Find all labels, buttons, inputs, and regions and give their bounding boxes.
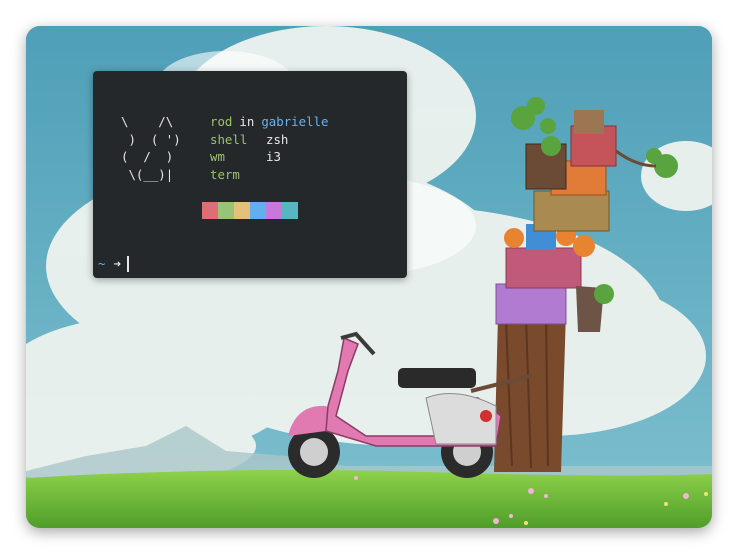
grass-field bbox=[26, 470, 712, 528]
prompt-directory: ~ bbox=[98, 255, 106, 271]
info-row-shell: shell zsh bbox=[210, 131, 328, 149]
desktop: \ /\ ) ( ') ( / ) \(__)| rod in gabrielle … bbox=[26, 26, 712, 528]
ascii-art: \ /\ ) ( ') ( / ) \(__)| bbox=[121, 114, 181, 182]
text-cursor bbox=[126, 255, 129, 272]
color-swatch bbox=[250, 202, 266, 219]
in-word: in bbox=[239, 114, 255, 129]
color-swatch bbox=[202, 202, 218, 219]
color-swatch bbox=[234, 202, 250, 219]
shell-prompt[interactable]: ~ ➜ bbox=[98, 255, 129, 272]
system-info: rod in gabrielle shell zsh wm i3 term bbox=[210, 113, 328, 183]
info-row-wm: wm i3 bbox=[210, 148, 328, 166]
info-row-term: term bbox=[210, 166, 328, 184]
prompt-arrow-icon: ➜ bbox=[113, 255, 121, 271]
hostname: gabrielle bbox=[261, 114, 329, 129]
color-swatch bbox=[282, 202, 298, 219]
info-value: zsh bbox=[266, 131, 289, 147]
terminal-window[interactable]: \ /\ ) ( ') ( / ) \(__)| rod in gabrielle … bbox=[93, 71, 407, 278]
info-key: term bbox=[210, 166, 240, 182]
color-palette bbox=[202, 202, 298, 219]
color-swatch bbox=[218, 202, 234, 219]
info-key: shell bbox=[210, 131, 248, 147]
color-swatch bbox=[266, 202, 282, 219]
user-host-line: rod in gabrielle bbox=[210, 113, 328, 131]
info-value: i3 bbox=[266, 149, 281, 164]
username: rod bbox=[210, 114, 233, 129]
info-key: wm bbox=[210, 149, 225, 164]
